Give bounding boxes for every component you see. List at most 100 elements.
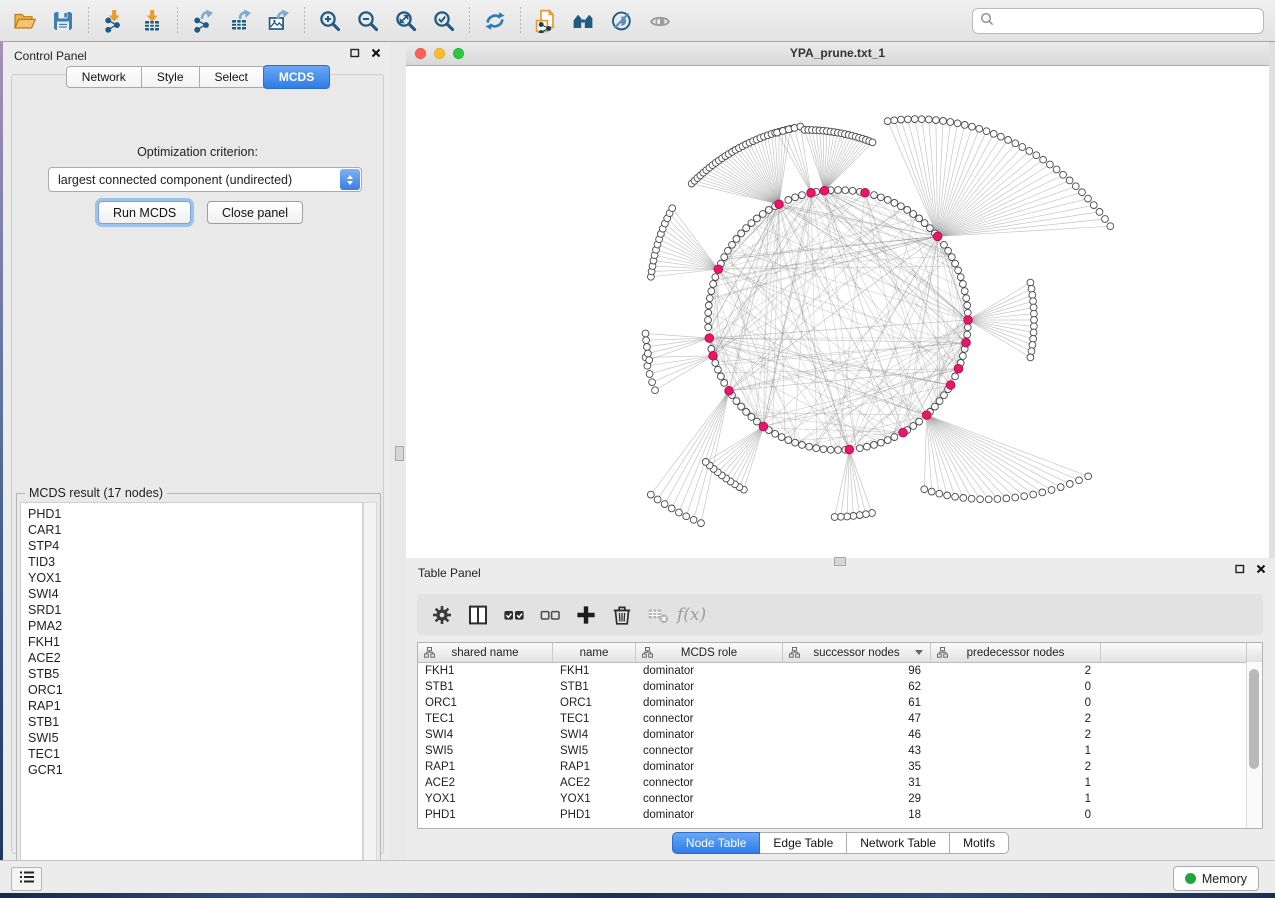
cell-shared-name[interactable]: RAP1 bbox=[418, 759, 553, 775]
cell-predecessor-nodes[interactable]: 0 bbox=[931, 679, 1101, 695]
tab-network-table[interactable]: Network Table bbox=[847, 832, 950, 854]
result-node-item[interactable]: GCR1 bbox=[28, 762, 362, 778]
cell-successor-nodes[interactable]: 61 bbox=[783, 695, 931, 711]
gear-button[interactable] bbox=[425, 599, 459, 631]
network-canvas[interactable] bbox=[406, 66, 1269, 558]
plus-button[interactable] bbox=[569, 599, 603, 631]
uncheck-pair-button[interactable] bbox=[533, 599, 567, 631]
cell-predecessor-nodes[interactable]: 2 bbox=[931, 711, 1101, 727]
float-panel-icon[interactable] bbox=[1234, 563, 1246, 575]
cell-name[interactable]: ORC1 bbox=[553, 695, 636, 711]
cell-MCDS-role[interactable]: dominator bbox=[636, 727, 783, 743]
optimization-criterion-select[interactable]: largest connected component (undirected) bbox=[48, 167, 362, 192]
cell-MCDS-role[interactable]: dominator bbox=[636, 679, 783, 695]
table-row[interactable]: STB1STB1dominator620 bbox=[418, 679, 1262, 695]
column-header-predecessor-nodes[interactable]: predecessor nodes bbox=[931, 643, 1101, 662]
vertical-splitter[interactable] bbox=[390, 42, 407, 860]
table-row[interactable]: YOX1YOX1connector291 bbox=[418, 791, 1262, 807]
run-mcds-button[interactable]: Run MCDS bbox=[98, 201, 191, 224]
cell-name[interactable]: YOX1 bbox=[553, 791, 636, 807]
cell-MCDS-role[interactable]: dominator bbox=[636, 695, 783, 711]
cell-predecessor-nodes[interactable]: 0 bbox=[931, 807, 1101, 823]
result-node-item[interactable]: SWI4 bbox=[28, 586, 362, 602]
cell-successor-nodes[interactable]: 46 bbox=[783, 727, 931, 743]
table-scrollbar-thumb[interactable] bbox=[1249, 669, 1259, 769]
close-panel-icon[interactable] bbox=[1255, 563, 1267, 575]
cell-MCDS-role[interactable]: connector bbox=[636, 775, 783, 791]
cell-shared-name[interactable]: ORC1 bbox=[418, 695, 553, 711]
cell-predecessor-nodes[interactable]: 0 bbox=[931, 695, 1101, 711]
tab-style[interactable]: Style bbox=[142, 66, 200, 88]
cell-successor-nodes[interactable]: 31 bbox=[783, 775, 931, 791]
tab-network[interactable]: Network bbox=[66, 66, 142, 88]
import-table-button[interactable] bbox=[135, 5, 169, 37]
cell-shared-name[interactable]: PHD1 bbox=[418, 807, 553, 823]
cell-shared-name[interactable]: YOX1 bbox=[418, 791, 553, 807]
tab-mcds[interactable]: MCDS bbox=[263, 65, 330, 89]
cell-successor-nodes[interactable]: 43 bbox=[783, 743, 931, 759]
cell-name[interactable]: TEC1 bbox=[553, 711, 636, 727]
function-builder-button[interactable]: f(x) bbox=[677, 605, 706, 625]
binoculars-button[interactable] bbox=[567, 5, 601, 37]
task-history-button[interactable] bbox=[11, 867, 42, 891]
column-header-shared-name[interactable]: shared name bbox=[418, 643, 553, 662]
open-file-button[interactable] bbox=[8, 5, 42, 37]
table-row[interactable]: SWI5SWI5connector431 bbox=[418, 743, 1262, 759]
result-node-item[interactable]: FKH1 bbox=[28, 634, 362, 650]
mcds-result-list[interactable]: PHD1CAR1STP4TID3YOX1SWI4SRD1PMA2FKH1ACE2… bbox=[20, 502, 363, 868]
cell-predecessor-nodes[interactable]: 1 bbox=[931, 775, 1101, 791]
result-node-item[interactable]: RAP1 bbox=[28, 698, 362, 714]
result-node-item[interactable]: STB1 bbox=[28, 714, 362, 730]
cell-successor-nodes[interactable]: 47 bbox=[783, 711, 931, 727]
cell-predecessor-nodes[interactable]: 1 bbox=[931, 743, 1101, 759]
cell-name[interactable]: SWI5 bbox=[553, 743, 636, 759]
result-node-item[interactable]: YOX1 bbox=[28, 570, 362, 586]
cell-MCDS-role[interactable]: connector bbox=[636, 711, 783, 727]
cell-name[interactable]: PHD1 bbox=[553, 807, 636, 823]
document-network-button[interactable] bbox=[529, 5, 563, 37]
cell-MCDS-role[interactable]: dominator bbox=[636, 807, 783, 823]
table-row[interactable]: FKH1FKH1dominator962 bbox=[418, 663, 1262, 679]
zoom-fit-button[interactable] bbox=[389, 5, 423, 37]
tab-node-table[interactable]: Node Table bbox=[672, 832, 761, 854]
cell-name[interactable]: SWI4 bbox=[553, 727, 636, 743]
table-row[interactable]: ORC1ORC1dominator610 bbox=[418, 695, 1262, 711]
tab-motifs[interactable]: Motifs bbox=[950, 832, 1009, 854]
check-pair-button[interactable] bbox=[497, 599, 531, 631]
export-image-button[interactable] bbox=[262, 5, 296, 37]
cell-successor-nodes[interactable]: 29 bbox=[783, 791, 931, 807]
cell-shared-name[interactable]: ACE2 bbox=[418, 775, 553, 791]
cell-successor-nodes[interactable]: 18 bbox=[783, 807, 931, 823]
result-node-item[interactable]: ACE2 bbox=[28, 650, 362, 666]
result-node-item[interactable]: SWI5 bbox=[28, 730, 362, 746]
table-row[interactable]: RAP1RAP1dominator352 bbox=[418, 759, 1262, 775]
cell-predecessor-nodes[interactable]: 2 bbox=[931, 663, 1101, 679]
result-node-item[interactable]: PHD1 bbox=[28, 506, 362, 522]
result-list-scrollbar[interactable] bbox=[363, 502, 377, 868]
result-node-item[interactable]: TEC1 bbox=[28, 746, 362, 762]
cell-predecessor-nodes[interactable]: 2 bbox=[931, 727, 1101, 743]
export-table-button[interactable] bbox=[224, 5, 258, 37]
result-node-item[interactable]: STB5 bbox=[28, 666, 362, 682]
close-panel-button[interactable]: Close panel bbox=[207, 201, 303, 224]
result-node-item[interactable]: TID3 bbox=[28, 554, 362, 570]
save-session-button[interactable] bbox=[46, 5, 80, 37]
export-network-button[interactable] bbox=[186, 5, 220, 37]
cell-name[interactable]: ACE2 bbox=[553, 775, 636, 791]
zoom-in-button[interactable] bbox=[313, 5, 347, 37]
column-header-MCDS-role[interactable]: MCDS role bbox=[636, 643, 783, 662]
table-row[interactable]: TEC1TEC1connector472 bbox=[418, 711, 1262, 727]
close-panel-icon[interactable] bbox=[370, 47, 382, 59]
table-row[interactable]: PHD1PHD1dominator180 bbox=[418, 807, 1262, 823]
eye-crossed-button[interactable] bbox=[605, 5, 639, 37]
result-node-item[interactable]: STP4 bbox=[28, 538, 362, 554]
table-row[interactable]: ACE2ACE2connector311 bbox=[418, 775, 1262, 791]
cell-shared-name[interactable]: SWI4 bbox=[418, 727, 553, 743]
cell-shared-name[interactable]: TEC1 bbox=[418, 711, 553, 727]
cell-successor-nodes[interactable]: 35 bbox=[783, 759, 931, 775]
cell-shared-name[interactable]: SWI5 bbox=[418, 743, 553, 759]
columns-button[interactable] bbox=[461, 599, 495, 631]
table-scrollbar[interactable] bbox=[1246, 662, 1262, 828]
splitter-handle[interactable] bbox=[395, 446, 404, 461]
eye-button[interactable] bbox=[643, 5, 677, 37]
